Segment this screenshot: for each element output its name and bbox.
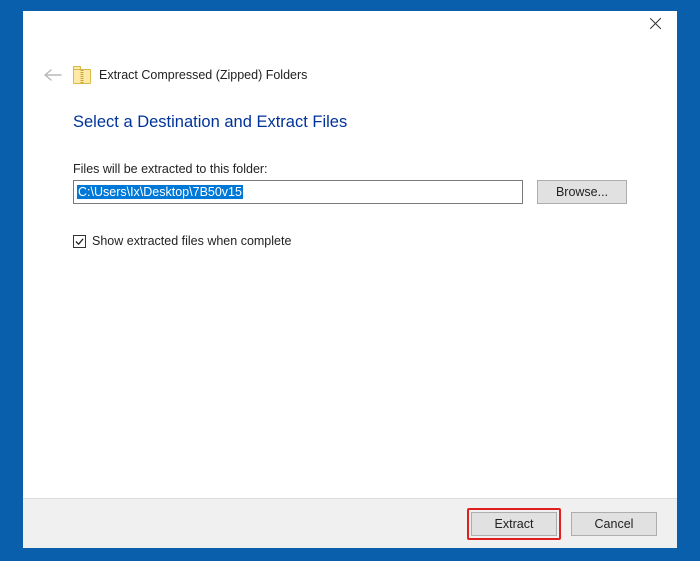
browse-button[interactable]: Browse... bbox=[537, 180, 627, 204]
path-row: C:\Users\Ix\Desktop\7B50v15 Browse... bbox=[73, 180, 627, 204]
page-heading: Select a Destination and Extract Files bbox=[73, 113, 627, 132]
path-label: Files will be extracted to this folder: bbox=[73, 162, 627, 176]
close-icon[interactable] bbox=[649, 17, 663, 31]
show-files-checkbox[interactable] bbox=[73, 235, 86, 248]
wizard-window: Extract Compressed (Zipped) Folders Sele… bbox=[23, 11, 677, 548]
titlebar bbox=[23, 11, 677, 41]
destination-path-input[interactable]: C:\Users\Ix\Desktop\7B50v15 bbox=[73, 180, 523, 204]
wizard-header: Extract Compressed (Zipped) Folders bbox=[23, 41, 677, 85]
wizard-footer: Extract Cancel bbox=[23, 498, 677, 548]
destination-path-value: C:\Users\Ix\Desktop\7B50v15 bbox=[77, 185, 243, 199]
extract-button[interactable]: Extract bbox=[471, 512, 557, 536]
show-files-label: Show extracted files when complete bbox=[92, 234, 291, 248]
show-files-row: Show extracted files when complete bbox=[73, 234, 627, 248]
wizard-content: Select a Destination and Extract Files F… bbox=[23, 85, 677, 248]
cancel-button[interactable]: Cancel bbox=[571, 512, 657, 536]
back-arrow-icon[interactable] bbox=[43, 65, 63, 85]
wizard-title: Extract Compressed (Zipped) Folders bbox=[99, 68, 307, 82]
zip-folder-icon bbox=[73, 66, 91, 84]
extract-highlight: Extract bbox=[467, 508, 561, 540]
